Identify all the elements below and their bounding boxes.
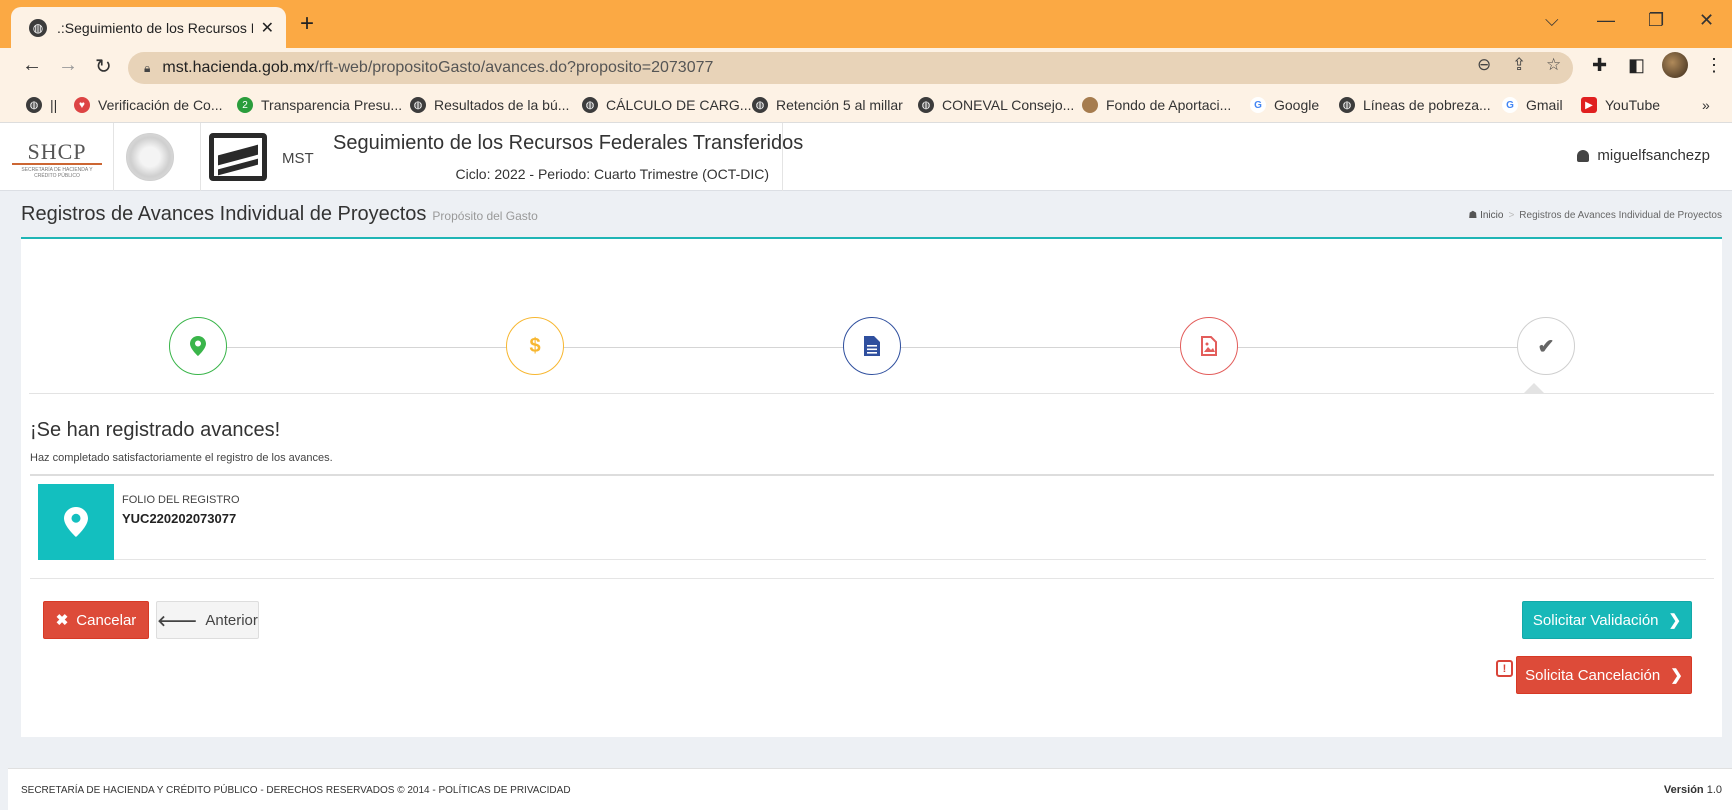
bookmark-item[interactable]: ◍ Retención 5 al millar bbox=[752, 97, 903, 113]
step-image-file-icon[interactable] bbox=[1180, 317, 1238, 375]
version-info: Versión 1.0 bbox=[1663, 784, 1722, 796]
tab-search-icon[interactable]: ⌵ bbox=[1545, 10, 1559, 31]
tab-close-icon[interactable]: ✕ bbox=[261, 18, 274, 38]
divider bbox=[782, 123, 783, 191]
step-document-icon[interactable] bbox=[843, 317, 901, 375]
url-text: mst.hacienda.gob.mx/rft-web/propositoGas… bbox=[162, 59, 714, 76]
chevron-right-icon: ❯ bbox=[1668, 612, 1682, 629]
globe-icon: ◍ bbox=[918, 97, 934, 113]
x-icon: ✖ bbox=[55, 612, 69, 629]
back-icon[interactable]: ← bbox=[22, 54, 42, 77]
forward-icon[interactable]: → bbox=[58, 54, 78, 77]
cancel-button[interactable]: ✖ Cancelar bbox=[43, 601, 149, 639]
google-icon: G bbox=[1250, 97, 1266, 113]
youtube-icon: ▶ bbox=[1581, 97, 1597, 113]
bookmark-item[interactable]: ◍ Resultados de la bú... bbox=[410, 97, 569, 113]
bookmark-item[interactable]: 2 Transparencia Presu... bbox=[237, 97, 402, 113]
mst-logo[interactable] bbox=[209, 133, 267, 181]
bookmark-item[interactable]: ♥ Verificación de Co... bbox=[74, 97, 223, 113]
divider bbox=[113, 123, 114, 191]
username: miguelfsanchezp bbox=[1597, 147, 1710, 164]
folio-value: YUC220202073077 bbox=[122, 511, 237, 526]
browser-toolbar: ← → ↻ 🔒︎ mst.hacienda.gob.mx/rft-web/pro… bbox=[0, 48, 1732, 89]
lock-icon: 🔒︎ bbox=[144, 60, 151, 75]
green-badge-icon: 2 bbox=[237, 97, 253, 113]
bookmark-item[interactable]: ◍ || bbox=[26, 97, 57, 113]
success-message: Haz completado satisfactoriamente el reg… bbox=[30, 452, 333, 464]
folio-label: FOLIO DEL REGISTRO bbox=[122, 494, 240, 506]
chevron-right-icon: ❯ bbox=[1670, 667, 1683, 684]
footer: SECRETARÍA DE HACIENDA Y CRÉDITO PÚBLICO… bbox=[8, 768, 1732, 810]
step-check-icon[interactable]: ✔ bbox=[1517, 317, 1575, 375]
globe-icon: ◍ bbox=[1339, 97, 1355, 113]
google-icon: G bbox=[1502, 97, 1518, 113]
footer-text: SECRETARÍA DE HACIENDA Y CRÉDITO PÚBLICO… bbox=[21, 785, 571, 796]
step-location-icon[interactable] bbox=[169, 317, 227, 375]
mst-label: MST bbox=[282, 150, 314, 167]
shcp-logo[interactable]: SHCP SECRETARÍA DE HACIENDA Y CRÉDITO PÚ… bbox=[12, 141, 102, 179]
globe-icon: ◍ bbox=[582, 97, 598, 113]
zoom-icon[interactable]: ⊖ bbox=[1477, 55, 1491, 75]
bookmark-item[interactable]: ◍ CONEVAL Consejo... bbox=[918, 97, 1074, 113]
bookmark-item[interactable]: ◍ Líneas de pobreza... bbox=[1339, 97, 1491, 113]
active-step-caret bbox=[1524, 383, 1544, 393]
previous-button[interactable]: 🡐 Anterior bbox=[156, 601, 259, 639]
new-tab-icon[interactable]: + bbox=[300, 10, 314, 38]
shield-icon: ♥ bbox=[74, 97, 90, 113]
more-bookmarks-icon[interactable]: » bbox=[1702, 97, 1710, 113]
folio-card: FOLIO DEL REGISTRO YUC220202073077 bbox=[30, 474, 1714, 579]
divider bbox=[200, 123, 201, 191]
menu-icon[interactable]: ⋮ bbox=[1705, 55, 1723, 76]
close-window-icon[interactable]: ✕ bbox=[1699, 10, 1714, 31]
extensions-icon[interactable]: ✚ bbox=[1592, 55, 1607, 76]
profile-avatar[interactable] bbox=[1662, 52, 1688, 78]
breadcrumb-current: Registros de Avances Individual de Proye… bbox=[1519, 210, 1722, 221]
browser-tab-strip: ◍ .:Seguimiento de los Recursos Fe ✕ + ⌵… bbox=[0, 0, 1732, 48]
request-cancellation-button[interactable]: Solicita Cancelación ❯ bbox=[1516, 656, 1692, 694]
browser-tab[interactable]: ◍ .:Seguimiento de los Recursos Fe ✕ bbox=[11, 7, 286, 48]
request-validation-button[interactable]: Solicitar Validación ❯ bbox=[1522, 601, 1692, 639]
globe-icon: ◍ bbox=[29, 18, 47, 37]
page-title: Registros de Avances Individual de Proye… bbox=[21, 203, 538, 225]
step-money-icon[interactable]: $ bbox=[506, 317, 564, 375]
breadcrumb-home[interactable]: Inicio bbox=[1480, 210, 1503, 221]
map-marker-icon bbox=[38, 484, 114, 560]
bookmark-item[interactable]: ◍ CÁLCULO DE CARG... bbox=[582, 97, 751, 113]
arrow-left-icon: 🡐 bbox=[157, 612, 198, 630]
address-bar[interactable]: 🔒︎ mst.hacienda.gob.mx/rft-web/proposito… bbox=[128, 52, 1573, 84]
breadcrumb: ☗ Inicio > Registros de Avances Individual… bbox=[1468, 210, 1722, 221]
user-menu[interactable]: miguelfsanchezp bbox=[1577, 147, 1710, 164]
globe-icon: ◍ bbox=[26, 97, 42, 113]
user-icon bbox=[1577, 149, 1590, 162]
app-title: Seguimiento de los Recursos Federales Tr… bbox=[333, 132, 804, 154]
national-seal-logo bbox=[126, 133, 174, 181]
globe-icon: ◍ bbox=[410, 97, 426, 113]
success-title: ¡Se han registrado avances! bbox=[30, 419, 281, 441]
tab-title: .:Seguimiento de los Recursos Fe bbox=[57, 19, 253, 36]
folio-info: FOLIO DEL REGISTRO YUC220202073077 bbox=[114, 484, 1706, 560]
share-icon[interactable]: ⇪ bbox=[1512, 55, 1526, 75]
bookmark-star-icon[interactable]: ☆ bbox=[1546, 55, 1561, 75]
site-header: SHCP SECRETARÍA DE HACIENDA Y CRÉDITO PÚ… bbox=[0, 123, 1732, 191]
reload-icon[interactable]: ↻ bbox=[95, 54, 112, 79]
bookmarks-bar: ◍ || ♥ Verificación de Co... 2 Transparenci… bbox=[0, 89, 1732, 123]
main-panel: $ ✔ ¡Se han registrado avances! Haz comp… bbox=[21, 237, 1722, 737]
maximize-icon[interactable]: ❐ bbox=[1648, 10, 1664, 31]
globe-icon: ◍ bbox=[752, 97, 768, 113]
alert-icon: ! bbox=[1496, 660, 1513, 677]
bookmark-item[interactable]: G Google bbox=[1250, 97, 1319, 113]
brown-circle-icon bbox=[1082, 97, 1098, 113]
cycle-info: Ciclo: 2022 - Periodo: Cuarto Trimestre … bbox=[455, 166, 769, 182]
side-panel-icon[interactable]: ◧ bbox=[1628, 55, 1645, 76]
divider bbox=[29, 393, 1714, 394]
page-subtitle: Propósito del Gasto bbox=[432, 209, 538, 223]
minimize-icon[interactable]: — bbox=[1597, 10, 1615, 31]
bookmark-item[interactable]: Fondo de Aportaci... bbox=[1082, 97, 1231, 113]
bookmark-item[interactable]: G Gmail bbox=[1502, 97, 1563, 113]
home-icon: ☗ bbox=[1468, 210, 1478, 221]
bookmark-item[interactable]: ▶ YouTube bbox=[1581, 97, 1660, 113]
